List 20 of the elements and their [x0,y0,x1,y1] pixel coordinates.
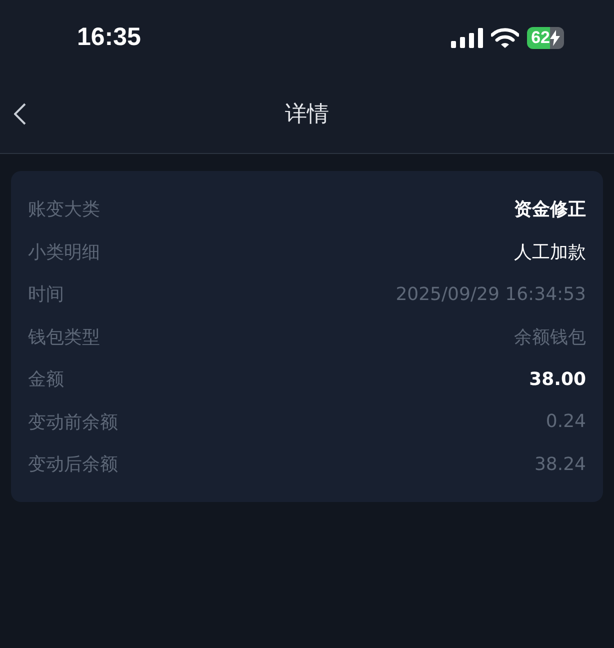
field-value: 38.24 [534,454,586,475]
field-label: 金额 [28,368,64,392]
field-value: 人工加款 [514,240,586,264]
field-value: 38.00 [529,368,586,390]
signal-icon [451,28,484,48]
battery-icon: 62 [527,26,564,48]
field-value: 2025/09/29 16:34:53 [396,284,586,305]
back-icon[interactable] [14,103,26,125]
field-label: 时间 [28,283,64,306]
field-label: 账变大类 [28,198,100,222]
page-title: 详情 [285,101,329,129]
field-label: 钱包类型 [28,326,100,349]
field-label: 变动后余额 [28,453,118,476]
wifi-icon [491,28,520,48]
field-value: 资金修正 [514,198,586,222]
field-label: 变动前余额 [28,410,118,434]
field-value: 余额钱包 [514,326,586,349]
status-time: 16:35 [77,23,141,52]
field-label: 小类明细 [28,240,100,264]
field-value: 0.24 [546,411,586,432]
